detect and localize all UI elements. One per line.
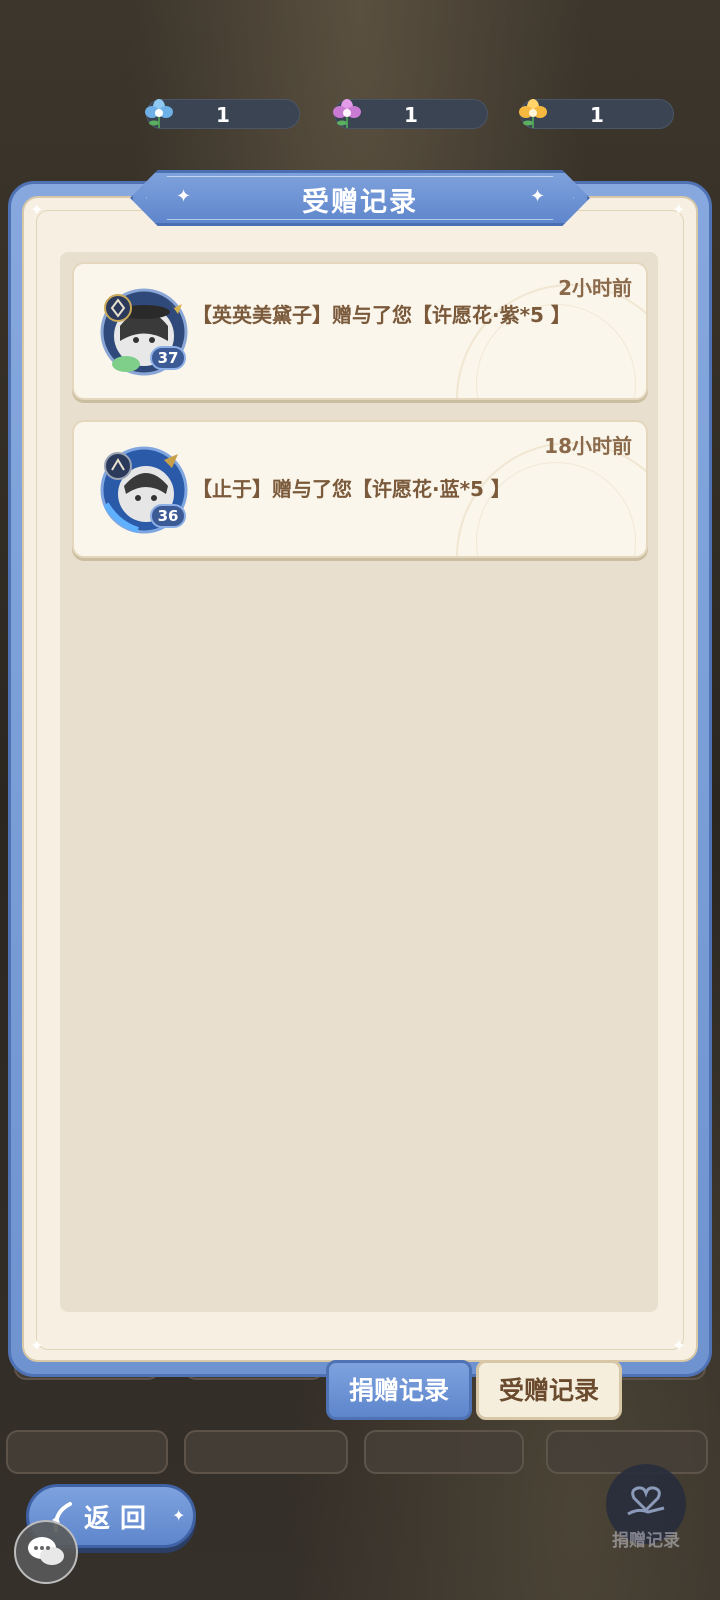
chat-button[interactable] bbox=[14, 1520, 78, 1584]
record-time: 2小时前 bbox=[558, 276, 632, 300]
tab-received-records[interactable]: 受赠记录 bbox=[476, 1360, 622, 1420]
heart-hand-icon bbox=[627, 1486, 665, 1516]
background-row bbox=[6, 1430, 168, 1474]
corner-star-icon: ✦ bbox=[672, 200, 686, 219]
record-list[interactable] bbox=[60, 252, 658, 1312]
background-row bbox=[184, 1430, 348, 1474]
corner-star-icon: ✦ bbox=[30, 1336, 44, 1355]
donate-record-label: 捐赠记录 bbox=[612, 1531, 680, 1551]
blue-flower-icon bbox=[145, 99, 173, 128]
corner-star-icon: ✦ bbox=[672, 1336, 686, 1355]
panel-title: 受赠记录 bbox=[302, 187, 418, 218]
level-badge: 37 bbox=[150, 346, 186, 370]
corner-star-icon: ✦ bbox=[30, 200, 44, 219]
record-message: 【止于】赠与了您【许愿花·蓝*5 】 bbox=[192, 477, 511, 501]
record-card[interactable]: 2小时前 37 【英英美黛子】赠与了您【许愿花·紫*5 】 bbox=[72, 262, 648, 400]
purple-flower-icon bbox=[333, 99, 361, 128]
background-row bbox=[364, 1430, 524, 1474]
star-icon: ✦ bbox=[172, 1506, 186, 1525]
tab-donate-records[interactable]: 捐赠记录 bbox=[326, 1360, 472, 1420]
record-card[interactable]: 18小时前 36 【止于】赠与了您【许愿花·蓝*5 】 bbox=[72, 420, 648, 558]
chat-icon bbox=[28, 1537, 64, 1565]
record-time: 18小时前 bbox=[544, 434, 632, 458]
back-button-label: 返回 bbox=[84, 1504, 157, 1534]
gold-flower-icon bbox=[519, 99, 547, 128]
level-badge: 36 bbox=[150, 504, 186, 528]
record-message: 【英英美黛子】赠与了您【许愿花·紫*5 】 bbox=[192, 303, 571, 327]
